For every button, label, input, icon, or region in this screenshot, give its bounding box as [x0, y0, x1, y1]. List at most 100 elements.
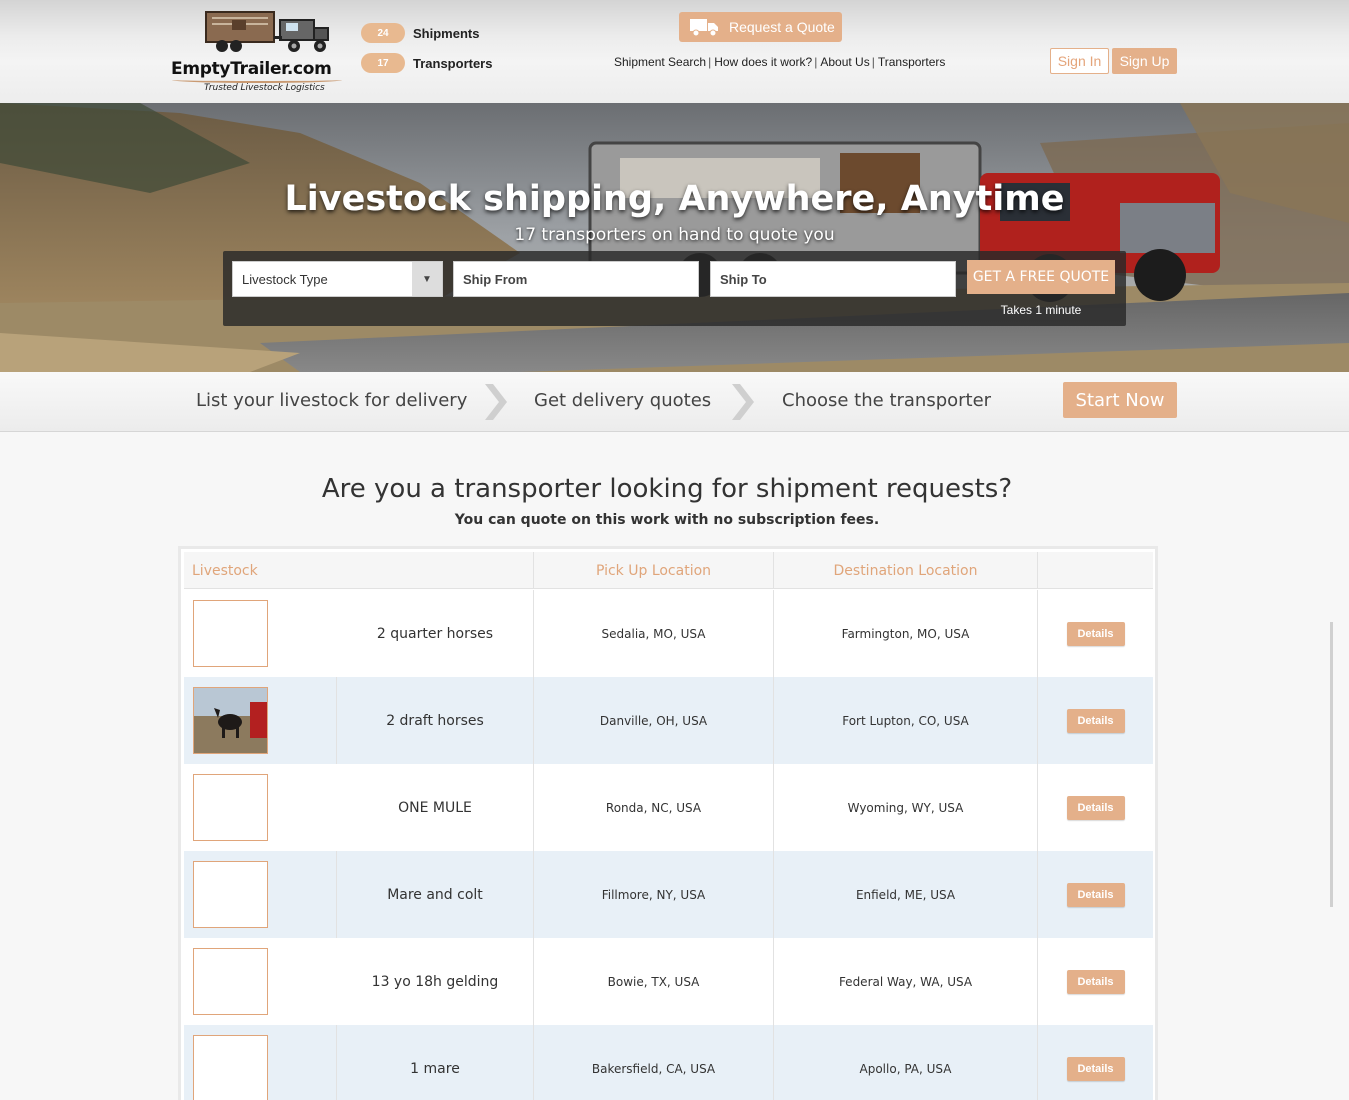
hero-banner: Livestock shipping, Anywhere, Anytime 17…: [0, 103, 1349, 372]
row-actions: Details: [1038, 851, 1153, 938]
step-list-livestock: List your livestock for delivery: [196, 390, 468, 411]
table-header: Livestock Pick Up Location Destination L…: [184, 552, 1153, 589]
step-choose-transporter: Choose the transporter: [782, 390, 992, 411]
livestock-photo[interactable]: [193, 687, 268, 754]
livestock-photo-placeholder[interactable]: [193, 774, 268, 841]
scrollbar-thumb[interactable]: [1330, 622, 1333, 907]
livestock-thumbnail-cell: [184, 764, 337, 851]
row-actions: Details: [1038, 764, 1153, 851]
livestock-name: 2 draft horses: [337, 677, 534, 764]
destination-location: Federal Way, WA, USA: [774, 938, 1038, 1025]
livestock-photo-placeholder[interactable]: [193, 948, 268, 1015]
livestock-thumbnail-cell: [184, 1025, 337, 1100]
pickup-location: Danville, OH, USA: [534, 677, 774, 764]
sign-in-button[interactable]: Sign In: [1050, 48, 1109, 74]
livestock-type-select[interactable]: Livestock Type ▼: [232, 261, 443, 297]
request-quote-button[interactable]: Request a Quote: [679, 12, 842, 42]
destination-location: Fort Lupton, CO, USA: [774, 677, 1038, 764]
chevron-right-icon: [732, 384, 754, 420]
takes-one-minute-note: Takes 1 minute: [1000, 303, 1082, 317]
sign-up-button[interactable]: Sign Up: [1112, 48, 1177, 74]
steps-bar: List your livestock for delivery Get del…: [0, 372, 1349, 432]
destination-location: Enfield, ME, USA: [774, 851, 1038, 938]
livestock-thumbnail-cell: [184, 938, 337, 1025]
livestock-type-value: Livestock Type: [242, 271, 328, 287]
livestock-name: 1 mare: [337, 1025, 534, 1100]
logo-text: EmptyTrailer.com: [171, 59, 332, 79]
main-nav: Shipment Search | How does it work? | Abou…: [614, 55, 945, 69]
row-actions: Details: [1038, 677, 1153, 764]
transporters-count-badge: 17: [361, 53, 405, 73]
shipments-count-badge: 24: [361, 23, 405, 43]
details-button[interactable]: Details: [1066, 882, 1125, 907]
page-scrollbar[interactable]: [1330, 432, 1349, 1100]
truck-trailer-logo-icon: [205, 11, 329, 52]
quote-search-form: Livestock Type ▼ Ship From Ship To GET A…: [223, 251, 1126, 326]
destination-location: Apollo, PA, USA: [774, 1025, 1038, 1100]
nav-separator: |: [814, 55, 818, 69]
livestock-thumbnail-cell: [184, 677, 337, 764]
col-header-destination: Destination Location: [774, 552, 1038, 589]
truck-icon: [690, 19, 718, 37]
livestock-thumbnail-cell: [184, 590, 337, 677]
section-title: Are you a transporter looking for shipme…: [321, 474, 1013, 504]
details-button[interactable]: Details: [1066, 708, 1125, 733]
transporters-stat[interactable]: 17 Transporters: [361, 52, 492, 74]
table-row: 1 mare Bakersfield, CA, USA Apollo, PA, …: [184, 1025, 1153, 1100]
pickup-location: Bakersfield, CA, USA: [534, 1025, 774, 1100]
destination-location: Wyoming, WY, USA: [774, 764, 1038, 851]
request-quote-label: Request a Quote: [729, 19, 835, 35]
transporters-label: Transporters: [413, 55, 493, 71]
livestock-thumbnail-cell: [184, 851, 337, 938]
livestock-name: Mare and colt: [337, 851, 534, 938]
nav-how-it-works[interactable]: How does it work?: [714, 55, 812, 69]
nav-separator: |: [871, 55, 875, 69]
hero-title: Livestock shipping, Anywhere, Anytime: [284, 179, 1065, 219]
livestock-name: 13 yo 18h gelding: [337, 938, 534, 1025]
pickup-location: Sedalia, MO, USA: [534, 590, 774, 677]
table-row: 13 yo 18h gelding Bowie, TX, USA Federal…: [184, 938, 1153, 1025]
livestock-photo-placeholder[interactable]: [193, 1035, 268, 1100]
nav-shipment-search[interactable]: Shipment Search: [614, 55, 706, 69]
shipments-table: Livestock Pick Up Location Destination L…: [178, 546, 1158, 1100]
draft-horses-photo-icon: [194, 688, 267, 753]
nav-about-us[interactable]: About Us: [820, 55, 869, 69]
livestock-photo-placeholder[interactable]: [193, 600, 268, 667]
get-free-quote-button[interactable]: GET A FREE QUOTE: [967, 260, 1115, 294]
table-row: ONE MULE Ronda, NC, USA Wyoming, WY, USA…: [184, 764, 1153, 851]
details-button[interactable]: Details: [1066, 1056, 1125, 1081]
destination-location: Farmington, MO, USA: [774, 590, 1038, 677]
ship-to-input[interactable]: Ship To: [710, 261, 956, 297]
pickup-location: Bowie, TX, USA: [534, 938, 774, 1025]
shipments-stat[interactable]: 24 Shipments: [361, 22, 479, 44]
col-header-livestock: Livestock: [184, 552, 534, 589]
site-header: EmptyTrailer.com Trusted Livestock Logis…: [0, 0, 1349, 103]
row-actions: Details: [1038, 938, 1153, 1025]
nav-separator: |: [708, 55, 712, 69]
details-button[interactable]: Details: [1066, 969, 1125, 994]
details-button[interactable]: Details: [1066, 621, 1125, 646]
site-logo[interactable]: EmptyTrailer.com Trusted Livestock Logis…: [168, 6, 350, 96]
livestock-name: ONE MULE: [337, 764, 534, 851]
row-actions: Details: [1038, 1025, 1153, 1100]
dropdown-arrow-icon[interactable]: ▼: [412, 262, 442, 296]
nav-transporters[interactable]: Transporters: [878, 55, 946, 69]
row-actions: Details: [1038, 590, 1153, 677]
col-header-actions: [1038, 552, 1153, 589]
table-row: 2 draft horses Danville, OH, USA Fort Lu…: [184, 677, 1153, 764]
start-now-button[interactable]: Start Now: [1063, 382, 1177, 418]
livestock-photo-placeholder[interactable]: [193, 861, 268, 928]
table-row: 2 quarter horses Sedalia, MO, USA Farmin…: [184, 590, 1153, 677]
pickup-location: Ronda, NC, USA: [534, 764, 774, 851]
section-subtitle: You can quote on this work with no subsc…: [454, 512, 880, 528]
pickup-location: Fillmore, NY, USA: [534, 851, 774, 938]
step-get-quotes: Get delivery quotes: [534, 390, 712, 411]
details-button[interactable]: Details: [1066, 795, 1125, 820]
hero-subtitle: 17 transporters on hand to quote you: [514, 225, 835, 245]
livestock-name: 2 quarter horses: [337, 590, 534, 677]
col-header-pickup: Pick Up Location: [534, 552, 774, 589]
shipments-label: Shipments: [413, 25, 480, 41]
logo-tagline: Trusted Livestock Logistics: [204, 83, 325, 93]
ship-from-input[interactable]: Ship From: [453, 261, 699, 297]
table-row: Mare and colt Fillmore, NY, USA Enfield,…: [184, 851, 1153, 938]
